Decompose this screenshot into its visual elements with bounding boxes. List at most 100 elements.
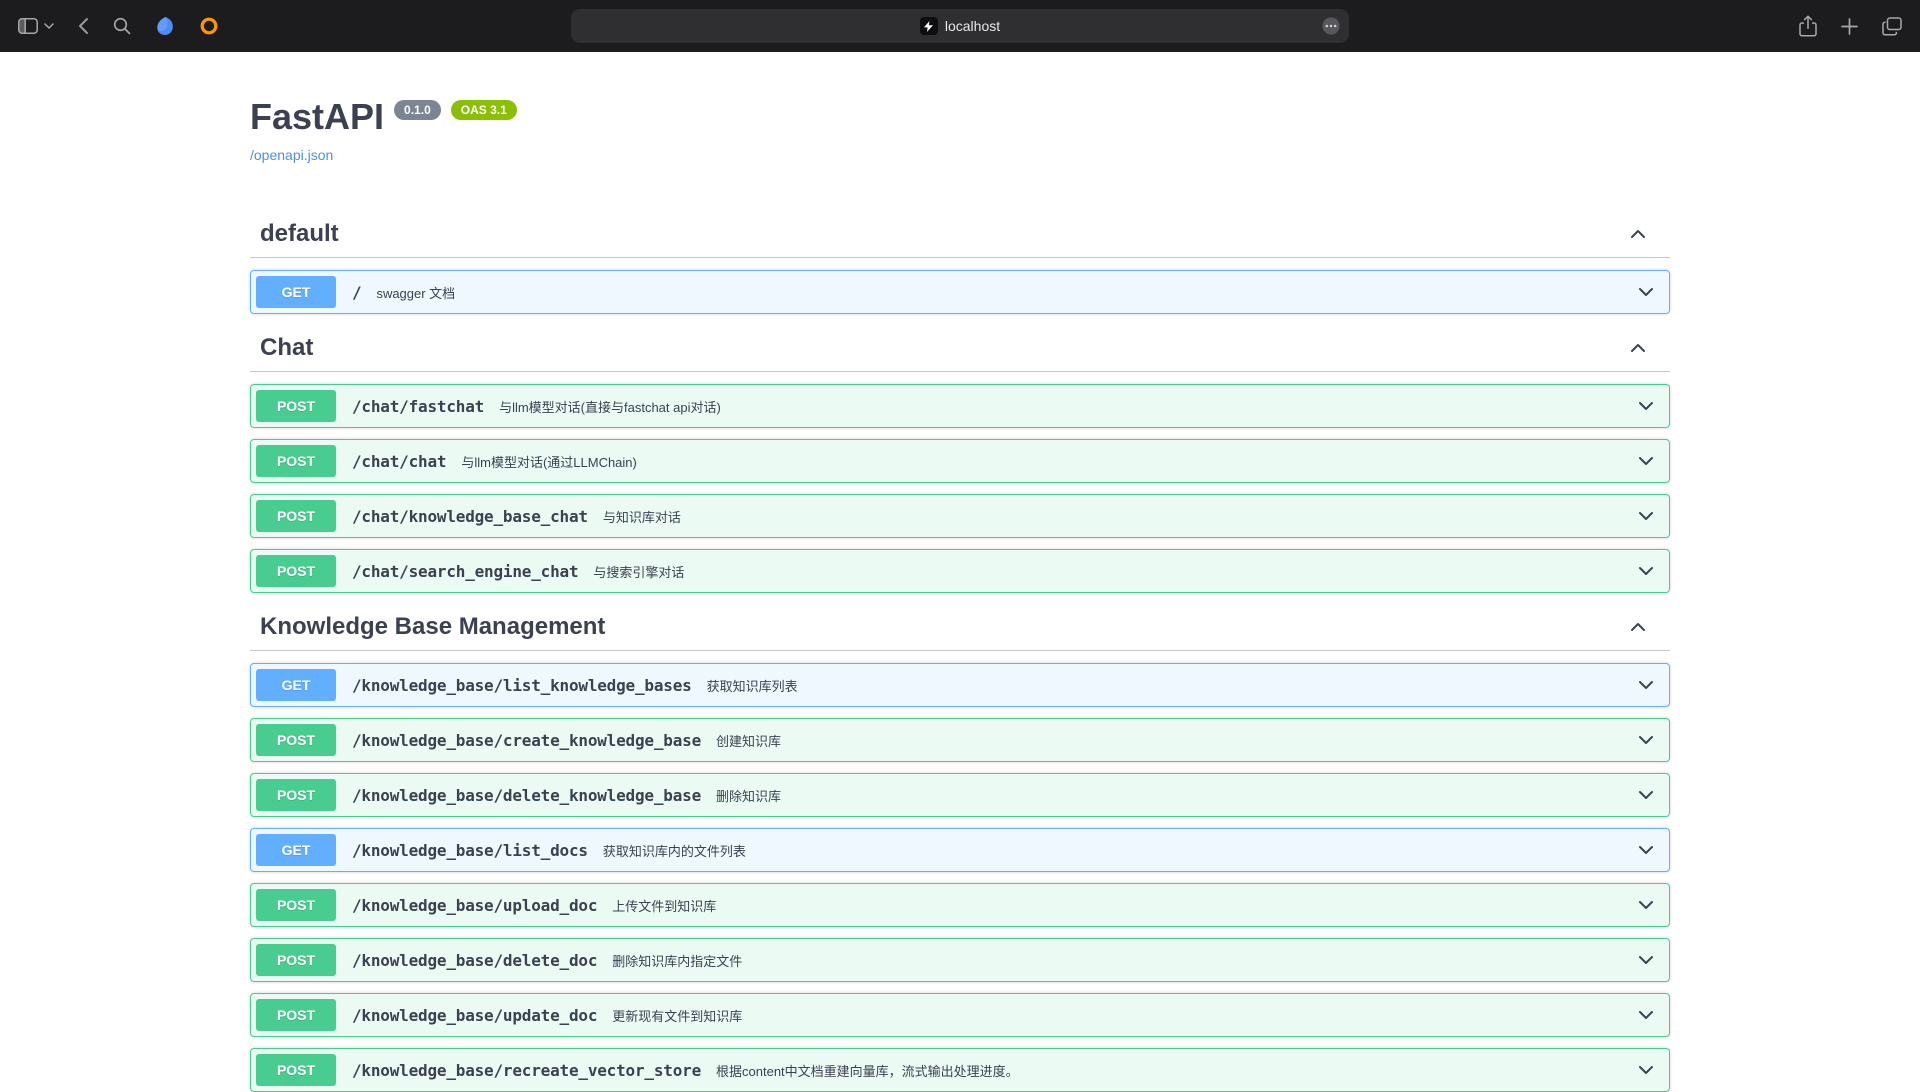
- extension-blue-button[interactable]: [155, 16, 175, 36]
- operation-row: POST /chat/knowledge_base_chat 与知识库对话: [250, 494, 1670, 538]
- operation-row: POST /chat/chat 与llm模型对话(通过LLMChain): [250, 439, 1670, 483]
- api-section: default GET / swagger 文档: [250, 211, 1670, 314]
- section-title: Chat: [260, 333, 313, 363]
- chevron-up-icon: [1628, 617, 1648, 637]
- back-button[interactable]: [78, 17, 89, 35]
- sidebar-toggle-button[interactable]: [18, 18, 38, 34]
- chevron-down-icon: [1636, 730, 1656, 750]
- search-button[interactable]: [113, 17, 131, 35]
- new-tab-button[interactable]: [1841, 18, 1858, 35]
- sidebar-menu-button[interactable]: [44, 23, 54, 29]
- section-title: Knowledge Base Management: [260, 612, 605, 642]
- extension-orange-button[interactable]: [199, 16, 219, 36]
- operation-summary[interactable]: POST /chat/chat 与llm模型对话(通过LLMChain): [251, 440, 1669, 482]
- expand-operation-button[interactable]: [1636, 895, 1656, 915]
- page-options-button[interactable]: [1321, 16, 1341, 36]
- chevron-down-icon: [1636, 396, 1656, 416]
- operation-summary[interactable]: POST /knowledge_base/recreate_vector_sto…: [251, 1049, 1669, 1091]
- api-section: Chat POST /chat/fastchat 与llm模型对话(直接与fas…: [250, 325, 1670, 593]
- operation-description: 删除知识库内指定文件: [612, 951, 742, 970]
- operation-path: /knowledge_base/recreate_vector_store: [352, 1061, 701, 1080]
- expand-operation-button[interactable]: [1636, 561, 1656, 581]
- expand-operation-button[interactable]: [1636, 730, 1656, 750]
- operation-path: /: [352, 283, 361, 302]
- operation-summary[interactable]: POST /chat/search_engine_chat 与搜索引擎对话: [251, 550, 1669, 592]
- search-icon: [113, 17, 131, 35]
- collapse-section-button[interactable]: [1626, 617, 1650, 637]
- operation-path: /knowledge_base/delete_doc: [352, 951, 597, 970]
- expand-operation-button[interactable]: [1636, 840, 1656, 860]
- section-title: default: [260, 219, 339, 249]
- tabs-icon: [1882, 17, 1902, 36]
- operation-row: POST /chat/search_engine_chat 与搜索引擎对话: [250, 549, 1670, 593]
- operation-summary[interactable]: POST /chat/knowledge_base_chat 与知识库对话: [251, 495, 1669, 537]
- method-badge: POST: [256, 1054, 336, 1086]
- chevron-down-icon: [1636, 895, 1656, 915]
- share-button[interactable]: [1799, 15, 1817, 37]
- expand-operation-button[interactable]: [1636, 451, 1656, 471]
- operation-list: GET /knowledge_base/list_knowledge_bases…: [250, 663, 1670, 1092]
- expand-operation-button[interactable]: [1636, 950, 1656, 970]
- expand-operation-button[interactable]: [1636, 506, 1656, 526]
- operation-list: GET / swagger 文档: [250, 270, 1670, 314]
- operation-path: /chat/fastchat: [352, 397, 484, 416]
- expand-operation-button[interactable]: [1636, 1060, 1656, 1080]
- chevron-down-icon: [44, 23, 54, 29]
- chevron-up-icon: [1628, 224, 1648, 244]
- method-badge: POST: [256, 724, 336, 756]
- expand-operation-button[interactable]: [1636, 785, 1656, 805]
- operation-description: 根据content中文档重建向量库，流式输出处理进度。: [716, 1061, 1019, 1080]
- method-badge: GET: [256, 834, 336, 866]
- operation-summary[interactable]: GET /knowledge_base/list_knowledge_bases…: [251, 664, 1669, 706]
- section-header[interactable]: Knowledge Base Management: [250, 604, 1670, 651]
- operation-summary[interactable]: POST /knowledge_base/delete_knowledge_ba…: [251, 774, 1669, 816]
- expand-operation-button[interactable]: [1636, 1005, 1656, 1025]
- operation-summary[interactable]: POST /knowledge_base/update_doc 更新现有文件到知…: [251, 994, 1669, 1036]
- plus-icon: [1841, 18, 1858, 35]
- collapse-section-button[interactable]: [1626, 224, 1650, 244]
- operation-description: 获取知识库内的文件列表: [603, 841, 746, 860]
- tab-overview-button[interactable]: [1882, 17, 1902, 36]
- method-badge: POST: [256, 500, 336, 532]
- openapi-spec-link[interactable]: /openapi.json: [250, 147, 333, 163]
- api-section: Knowledge Base Management GET /knowledge…: [250, 604, 1670, 1092]
- operation-path: /chat/chat: [352, 452, 446, 471]
- operation-summary[interactable]: POST /knowledge_base/delete_doc 删除知识库内指定…: [251, 939, 1669, 981]
- address-text: localhost: [945, 18, 1000, 34]
- operation-path: /chat/search_engine_chat: [352, 562, 578, 581]
- operation-description: 与知识库对话: [603, 507, 681, 526]
- operation-list: POST /chat/fastchat 与llm模型对话(直接与fastchat…: [250, 384, 1670, 593]
- method-badge: POST: [256, 555, 336, 587]
- ellipsis-circle-icon: [1321, 16, 1341, 36]
- chevron-down-icon: [1636, 282, 1656, 302]
- operation-path: /knowledge_base/delete_knowledge_base: [352, 786, 701, 805]
- operation-path: /knowledge_base/create_knowledge_base: [352, 731, 701, 750]
- expand-operation-button[interactable]: [1636, 396, 1656, 416]
- operation-row: POST /knowledge_base/delete_doc 删除知识库内指定…: [250, 938, 1670, 982]
- expand-operation-button[interactable]: [1636, 282, 1656, 302]
- operation-summary[interactable]: POST /knowledge_base/create_knowledge_ba…: [251, 719, 1669, 761]
- chevron-down-icon: [1636, 451, 1656, 471]
- method-badge: GET: [256, 276, 336, 308]
- operation-path: /knowledge_base/list_knowledge_bases: [352, 676, 692, 695]
- operation-summary[interactable]: GET / swagger 文档: [251, 271, 1669, 313]
- operation-summary[interactable]: POST /chat/fastchat 与llm模型对话(直接与fastchat…: [251, 385, 1669, 427]
- address-bar[interactable]: localhost: [571, 9, 1349, 43]
- chevron-down-icon: [1636, 840, 1656, 860]
- collapse-section-button[interactable]: [1626, 338, 1650, 358]
- chevron-down-icon: [1636, 785, 1656, 805]
- operation-description: 与搜索引擎对话: [593, 562, 684, 581]
- operation-description: 更新现有文件到知识库: [612, 1006, 742, 1025]
- chevron-down-icon: [1636, 675, 1656, 695]
- extension-blue-icon: [155, 16, 175, 36]
- operation-summary[interactable]: GET /knowledge_base/list_docs 获取知识库内的文件列…: [251, 829, 1669, 871]
- sidebar-icon: [18, 18, 38, 34]
- chevron-down-icon: [1636, 506, 1656, 526]
- api-info: FastAPI 0.1.0 OAS 3.1 /openapi.json: [250, 96, 1670, 165]
- operation-row: POST /chat/fastchat 与llm模型对话(直接与fastchat…: [250, 384, 1670, 428]
- operation-summary[interactable]: POST /knowledge_base/upload_doc 上传文件到知识库: [251, 884, 1669, 926]
- section-header[interactable]: default: [250, 211, 1670, 258]
- operation-description: 删除知识库: [716, 786, 781, 805]
- expand-operation-button[interactable]: [1636, 675, 1656, 695]
- section-header[interactable]: Chat: [250, 325, 1670, 372]
